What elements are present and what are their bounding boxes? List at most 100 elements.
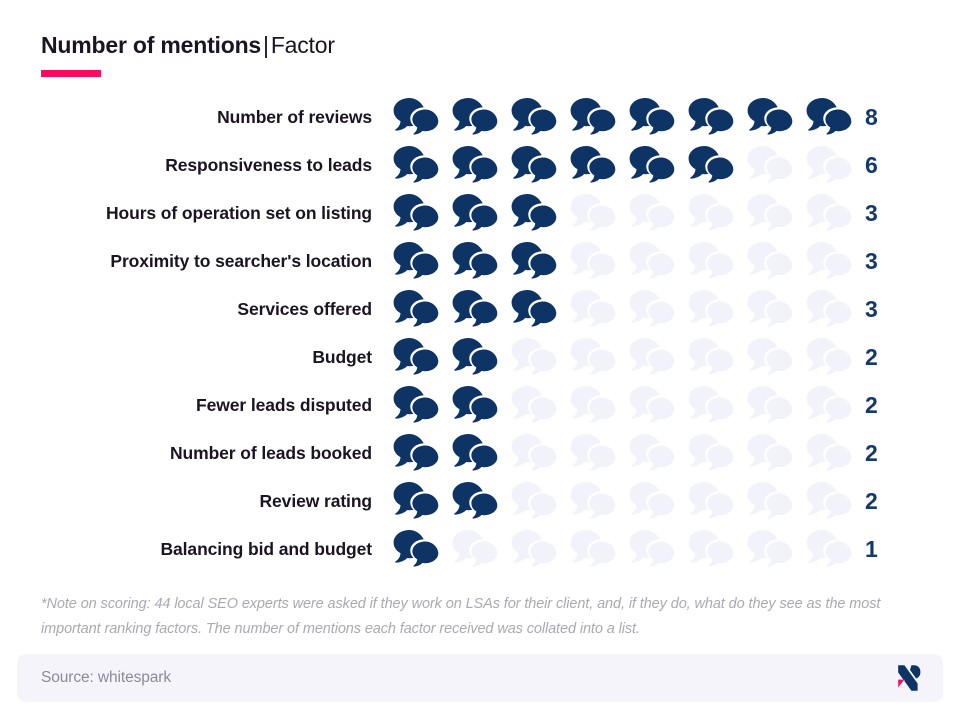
speech-bubbles-icon [806, 529, 853, 568]
icon-slot-empty [747, 527, 806, 571]
speech-bubbles-icon [629, 337, 676, 376]
icon-slot-empty [747, 383, 806, 427]
chart-row-label: Budget [312, 346, 372, 367]
icon-slot-empty [570, 431, 629, 475]
icon-slot-filled [511, 95, 570, 139]
speech-bubbles-icon [688, 241, 735, 280]
chart-row-icons [372, 479, 853, 523]
icon-slot-filled [747, 95, 806, 139]
icon-slot-empty [629, 239, 688, 283]
speech-bubbles-icon [570, 241, 617, 280]
source-label: Source: whitespark [41, 669, 172, 686]
icon-slot-empty [688, 431, 747, 475]
icon-slot-filled [452, 431, 511, 475]
speech-bubbles-icon [511, 97, 558, 136]
chart-row-icons [372, 191, 853, 235]
speech-bubbles-icon [806, 337, 853, 376]
icon-slot-empty [688, 479, 747, 523]
chart-row-value: 3 [865, 295, 878, 322]
speech-bubbles-icon [570, 433, 617, 472]
icon-slot-empty [511, 383, 570, 427]
icon-slot-filled [629, 143, 688, 187]
icon-slot-empty [511, 479, 570, 523]
chart-row-icons [372, 239, 853, 283]
icon-slot-empty [511, 335, 570, 379]
icon-slot-empty [570, 527, 629, 571]
chart-row-label: Proximity to searcher's location [110, 250, 372, 271]
icon-slot-empty [511, 431, 570, 475]
chart-row-value: 2 [865, 487, 878, 514]
speech-bubbles-icon [688, 433, 735, 472]
speech-bubbles-icon [747, 145, 794, 184]
icon-slot-empty [629, 479, 688, 523]
chart-row-value: 1 [865, 535, 878, 562]
icon-slot-empty [570, 287, 629, 331]
speech-bubbles-icon [511, 529, 558, 568]
speech-bubbles-icon [688, 97, 735, 136]
speech-bubbles-icon [747, 385, 794, 424]
page-title-separator: | [263, 32, 269, 58]
icon-slot-filled [511, 143, 570, 187]
speech-bubbles-icon [747, 193, 794, 232]
page-title-light: Factor [270, 32, 335, 58]
speech-bubbles-icon [570, 97, 617, 136]
speech-bubbles-icon [511, 337, 558, 376]
chart-row-value: 3 [865, 247, 878, 274]
speech-bubbles-icon [452, 97, 499, 136]
icon-slot-empty [629, 431, 688, 475]
speech-bubbles-icon [452, 529, 499, 568]
chart-row-value: 6 [865, 151, 878, 178]
speech-bubbles-icon [570, 289, 617, 328]
speech-bubbles-icon [511, 241, 558, 280]
icon-slot-filled [393, 239, 452, 283]
icon-slot-filled [688, 95, 747, 139]
speech-bubbles-icon [688, 145, 735, 184]
icon-slot-filled [452, 191, 511, 235]
speech-bubbles-icon [452, 241, 499, 280]
speech-bubbles-icon [747, 241, 794, 280]
speech-bubbles-icon [452, 289, 499, 328]
icon-slot-filled [570, 95, 629, 139]
icon-slot-filled [452, 239, 511, 283]
speech-bubbles-icon [688, 529, 735, 568]
speech-bubbles-icon [393, 145, 440, 184]
icon-slot-filled [393, 527, 452, 571]
speech-bubbles-icon [629, 481, 676, 520]
chart-header: Number of mentions|Factor [41, 30, 335, 77]
chart-row: Number of reviews 8 [0, 93, 960, 141]
chart-row-label: Balancing bid and budget [160, 538, 373, 559]
icon-slot-empty [688, 239, 747, 283]
icon-slot-filled [570, 143, 629, 187]
chart-row-label: Number of leads booked [170, 442, 372, 463]
icon-slot-empty [629, 527, 688, 571]
chart-row-icons [372, 431, 853, 475]
speech-bubbles-icon [393, 193, 440, 232]
speech-bubbles-icon [806, 385, 853, 424]
chart-row-value: 2 [865, 343, 878, 370]
chart-row: Services offered 3 [0, 285, 960, 333]
chart-row-label: Services offered [237, 298, 372, 319]
icon-slot-empty [747, 143, 806, 187]
speech-bubbles-icon [806, 289, 853, 328]
speech-bubbles-icon [452, 481, 499, 520]
icon-slot-filled [511, 191, 570, 235]
icon-slot-empty [452, 527, 511, 571]
speech-bubbles-icon [688, 337, 735, 376]
icon-slot-filled [393, 287, 452, 331]
speech-bubbles-icon [747, 337, 794, 376]
speech-bubbles-icon [570, 193, 617, 232]
icon-slot-empty [747, 479, 806, 523]
speech-bubbles-icon [393, 337, 440, 376]
icon-slot-filled [688, 143, 747, 187]
icon-slot-empty [747, 191, 806, 235]
icon-slot-filled [452, 383, 511, 427]
chart-row-icons [372, 95, 853, 139]
icon-slot-filled [452, 479, 511, 523]
speech-bubbles-icon [511, 481, 558, 520]
chart-row-label: Fewer leads disputed [196, 394, 372, 415]
speech-bubbles-icon [629, 241, 676, 280]
speech-bubbles-icon [629, 97, 676, 136]
speech-bubbles-icon [393, 529, 440, 568]
speech-bubbles-icon [688, 385, 735, 424]
speech-bubbles-icon [629, 433, 676, 472]
